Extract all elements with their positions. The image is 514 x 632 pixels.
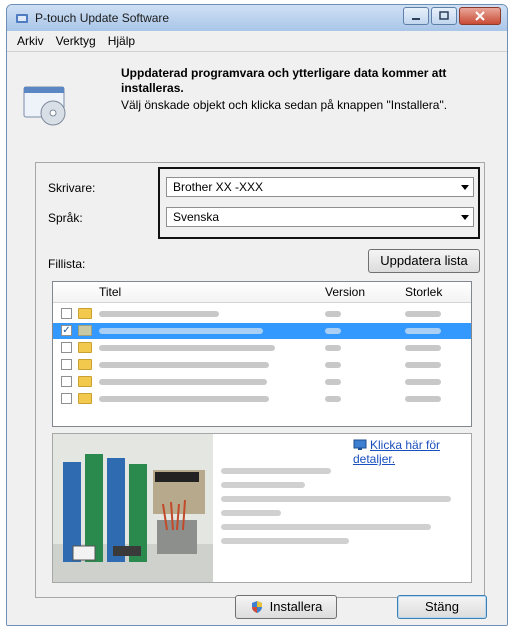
row-size-redacted <box>405 311 441 317</box>
row-checkbox[interactable] <box>61 342 72 353</box>
row-title-redacted <box>99 379 267 385</box>
settings-panel: Skrivare: Brother XX -XXX Språk: Svenska… <box>35 162 485 598</box>
menu-bar: Arkiv Verktyg Hjälp <box>7 31 507 52</box>
row-title-redacted <box>99 328 263 334</box>
update-disc-icon <box>23 86 66 126</box>
language-select[interactable]: Svenska <box>166 207 474 227</box>
column-version[interactable]: Version <box>325 285 365 299</box>
menu-hjalp[interactable]: Hjälp <box>102 34 141 48</box>
window-title: P-touch Update Software <box>35 11 170 25</box>
install-button[interactable]: Installera <box>235 595 337 619</box>
row-title-redacted <box>99 311 219 317</box>
chevron-down-icon <box>461 215 469 220</box>
dialog-content: Uppdaterad programvara och ytterligare d… <box>7 52 507 625</box>
column-size[interactable]: Storlek <box>405 285 442 299</box>
update-list-button[interactable]: Uppdatera lista <box>368 249 480 273</box>
folder-icon <box>78 308 92 319</box>
product-photo <box>53 434 213 582</box>
header-instructions: Välj önskade objekt och klicka sedan på … <box>121 98 448 112</box>
row-version-redacted <box>325 311 341 317</box>
row-version-redacted <box>325 345 341 351</box>
folder-icon <box>78 376 92 387</box>
menu-verktyg[interactable]: Verktyg <box>50 34 102 48</box>
minimize-button[interactable] <box>403 7 429 25</box>
row-checkbox[interactable] <box>61 359 72 370</box>
menu-arkiv[interactable]: Arkiv <box>11 34 50 48</box>
row-size-redacted <box>405 345 441 351</box>
folder-icon <box>78 359 92 370</box>
language-value: Svenska <box>173 210 220 224</box>
printer-value: Brother XX -XXX <box>173 180 264 194</box>
row-version-redacted <box>325 362 341 368</box>
close-button[interactable]: Stäng <box>397 595 487 619</box>
install-label: Installera <box>269 599 323 614</box>
file-list-row[interactable] <box>53 306 471 322</box>
row-title-redacted <box>99 396 269 402</box>
file-list-row[interactable] <box>53 391 471 407</box>
close-window-button[interactable] <box>459 7 501 25</box>
minimize-icon <box>412 18 420 20</box>
file-list-row[interactable]: ✓ <box>53 323 471 339</box>
row-version-redacted <box>325 328 341 334</box>
row-checkbox[interactable] <box>61 376 72 387</box>
app-window: P-touch Update Software Arkiv Verktyg Hj… <box>6 4 508 626</box>
maximize-button[interactable] <box>431 7 457 25</box>
column-title[interactable]: Titel <box>99 285 121 299</box>
folder-icon <box>78 342 92 353</box>
close-icon <box>475 11 485 21</box>
row-size-redacted <box>405 379 441 385</box>
printer-label: Skrivare: <box>48 181 96 195</box>
file-list-row[interactable] <box>53 340 471 356</box>
details-link[interactable]: Klicka här för detaljer. <box>353 438 471 466</box>
row-checkbox[interactable]: ✓ <box>61 325 72 336</box>
file-list-header: Titel Version Storlek <box>53 282 471 303</box>
shield-icon <box>251 601 262 613</box>
folder-icon <box>78 393 92 404</box>
window-controls <box>403 7 501 25</box>
row-size-redacted <box>405 328 441 334</box>
row-title-redacted <box>99 345 275 351</box>
language-label: Språk: <box>48 211 83 225</box>
title-bar[interactable]: P-touch Update Software <box>7 5 507 32</box>
header-title: Uppdaterad programvara och ytterligare d… <box>121 66 447 95</box>
row-version-redacted <box>325 379 341 385</box>
row-size-redacted <box>405 396 441 402</box>
file-list: Titel Version Storlek ✓ <box>52 281 472 427</box>
maximize-icon <box>439 11 449 20</box>
app-icon <box>16 14 28 23</box>
chevron-down-icon <box>461 185 469 190</box>
row-version-redacted <box>325 396 341 402</box>
monitor-icon <box>353 439 367 450</box>
filelist-label: Fillista: <box>48 257 86 271</box>
row-size-redacted <box>405 362 441 368</box>
file-list-row[interactable] <box>53 374 471 390</box>
row-title-redacted <box>99 362 269 368</box>
row-checkbox[interactable] <box>61 393 72 404</box>
printer-select[interactable]: Brother XX -XXX <box>166 177 474 197</box>
preview-pane: Klicka här för detaljer. <box>52 433 472 583</box>
file-list-row[interactable] <box>53 357 471 373</box>
row-checkbox[interactable] <box>61 308 72 319</box>
folder-icon <box>78 325 92 336</box>
